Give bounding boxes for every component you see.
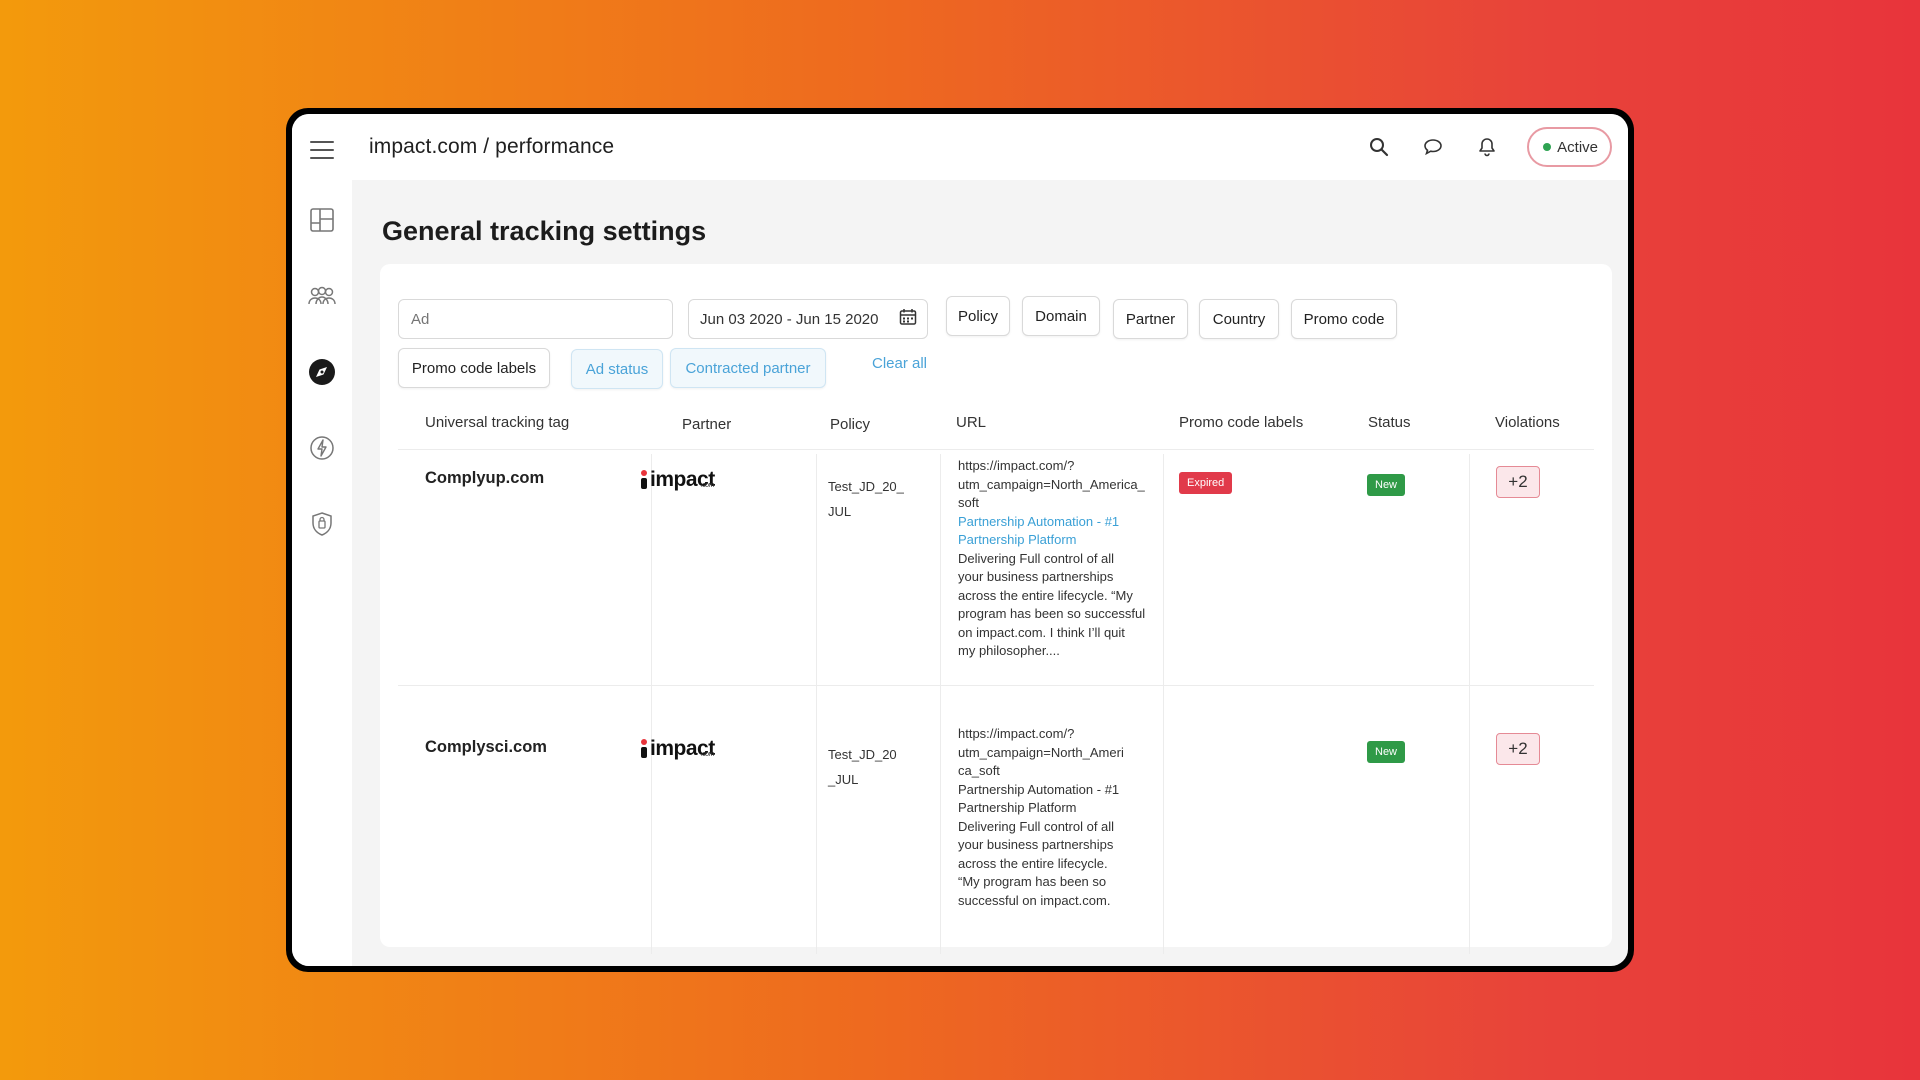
url-line: utm_campaign=North_America_ bbox=[958, 476, 1145, 492]
content-panel: Jun 03 2020 - Jun 15 2020 Policy Domain … bbox=[380, 264, 1612, 954]
url-desc-line: my philosopher.... bbox=[958, 643, 1060, 658]
date-range-picker[interactable]: Jun 03 2020 - Jun 15 2020 bbox=[688, 299, 928, 339]
url-line: successful on impact.com. bbox=[958, 892, 1111, 908]
url-line: soft bbox=[958, 495, 979, 510]
column-divider bbox=[1469, 454, 1470, 954]
chat-icon[interactable] bbox=[1419, 133, 1447, 161]
header-partner[interactable]: Partner bbox=[682, 416, 731, 433]
partner-logo-sub: .com bbox=[700, 481, 715, 489]
menu-icon[interactable] bbox=[308, 136, 336, 164]
bolt-icon[interactable] bbox=[308, 434, 336, 462]
header-status[interactable]: Status bbox=[1368, 414, 1411, 431]
violations-count-button[interactable]: +2 bbox=[1496, 733, 1540, 765]
clear-all-link[interactable]: Clear all bbox=[872, 355, 927, 372]
violations-count-button[interactable]: +2 bbox=[1496, 466, 1540, 498]
policy-cell: Test_JD_20_ JUL bbox=[828, 474, 904, 524]
header-url[interactable]: URL bbox=[956, 414, 986, 431]
shield-icon[interactable] bbox=[308, 510, 336, 538]
search-icon[interactable] bbox=[1365, 133, 1393, 161]
url-cell: https://impact.com/? utm_campaign=North_… bbox=[958, 725, 1158, 910]
header-promo-code-labels[interactable]: Promo code labels bbox=[1179, 414, 1303, 431]
url-desc-line: on impact.com. I think I’ll quit bbox=[958, 624, 1125, 640]
promo-code-labels-filter-button[interactable]: Promo code labels bbox=[398, 348, 550, 388]
device-frame: impact.com / performance Active General … bbox=[286, 108, 1634, 972]
url-desc-line: Delivering Full control of all bbox=[958, 550, 1115, 566]
partner-logo: impact .com bbox=[641, 469, 715, 489]
active-dot-icon bbox=[1543, 143, 1552, 151]
ad-status-filter-button[interactable]: Ad status bbox=[571, 349, 663, 389]
compass-icon[interactable] bbox=[308, 358, 336, 386]
url-link-line[interactable]: Partnership Platform bbox=[958, 531, 1158, 550]
url-line: Partnership Platform bbox=[958, 800, 1077, 815]
status-pill[interactable]: Active bbox=[1527, 127, 1612, 167]
header-tracking-tag[interactable]: Universal tracking tag bbox=[425, 414, 569, 431]
url-line: https://impact.com/? bbox=[958, 458, 1075, 473]
policy-line: Test_JD_20_ bbox=[828, 479, 904, 494]
impact-logo-icon bbox=[641, 470, 647, 489]
url-line: your business partnerships bbox=[958, 837, 1114, 852]
expired-badge: Expired bbox=[1179, 472, 1233, 494]
url-desc-line: your business partnerships bbox=[958, 569, 1114, 584]
row-divider bbox=[398, 685, 1594, 686]
url-link-line[interactable]: Partnership Automation - #1 bbox=[958, 513, 1158, 532]
url-desc-line: across the entire lifecycle. “My bbox=[958, 587, 1133, 603]
url-line: Delivering Full control of all bbox=[958, 818, 1115, 834]
breadcrumb[interactable]: impact.com / performance bbox=[369, 135, 614, 159]
header-divider bbox=[398, 449, 1594, 450]
domain-filter-button[interactable]: Domain bbox=[1022, 296, 1100, 336]
tracking-tag[interactable]: Complysci.com bbox=[425, 738, 547, 757]
dashboard-icon[interactable] bbox=[308, 206, 336, 234]
url-desc-line: program has been so successful bbox=[958, 606, 1146, 621]
status-pill-label: Active bbox=[1557, 138, 1598, 156]
url-cell: https://impact.com/? utm_campaign=North_… bbox=[958, 457, 1158, 661]
url-line: Partnership Automation - #1 bbox=[958, 781, 1120, 797]
url-line: utm_campaign=North_Ameri bbox=[958, 744, 1124, 760]
date-range-value: Jun 03 2020 - Jun 15 2020 bbox=[700, 310, 879, 328]
column-divider bbox=[651, 454, 652, 954]
top-actions: Active bbox=[1365, 127, 1628, 167]
url-line: “My program has been so bbox=[958, 874, 1107, 889]
tracking-tag[interactable]: Complyup.com bbox=[425, 469, 544, 488]
partner-logo: impact .com bbox=[641, 738, 715, 758]
bell-icon[interactable] bbox=[1473, 133, 1501, 161]
status-badge: New bbox=[1367, 474, 1406, 496]
url-line: ca_soft bbox=[958, 763, 1000, 778]
policy-line: JUL bbox=[828, 504, 852, 519]
sidebar bbox=[292, 114, 352, 966]
column-divider bbox=[940, 454, 941, 954]
policy-line: _JUL bbox=[828, 772, 859, 787]
policy-filter-button[interactable]: Policy bbox=[946, 296, 1010, 336]
users-icon[interactable] bbox=[308, 282, 336, 310]
top-bar: impact.com / performance Active bbox=[352, 114, 1628, 180]
policy-line: Test_JD_20 bbox=[828, 747, 897, 762]
ad-search-input[interactable] bbox=[398, 299, 673, 339]
column-divider bbox=[816, 454, 817, 954]
partner-filter-button[interactable]: Partner bbox=[1113, 299, 1188, 339]
header-policy[interactable]: Policy bbox=[830, 416, 870, 433]
partner-logo-sub: .com bbox=[700, 750, 715, 758]
app-screen: impact.com / performance Active General … bbox=[292, 114, 1628, 966]
header-violations[interactable]: Violations bbox=[1495, 414, 1560, 431]
page-title: General tracking settings bbox=[382, 216, 707, 246]
promo-code-filter-button[interactable]: Promo code bbox=[1291, 299, 1397, 339]
status-badge: New bbox=[1367, 741, 1406, 763]
calendar-icon bbox=[899, 308, 917, 330]
url-line: across the entire lifecycle. bbox=[958, 855, 1108, 871]
contracted-partner-filter-button[interactable]: Contracted partner bbox=[670, 348, 826, 388]
column-divider bbox=[1163, 454, 1164, 954]
policy-cell: Test_JD_20 _JUL bbox=[828, 742, 897, 792]
country-filter-button[interactable]: Country bbox=[1199, 299, 1279, 339]
url-line: https://impact.com/? bbox=[958, 726, 1075, 741]
impact-logo-icon bbox=[641, 739, 647, 758]
